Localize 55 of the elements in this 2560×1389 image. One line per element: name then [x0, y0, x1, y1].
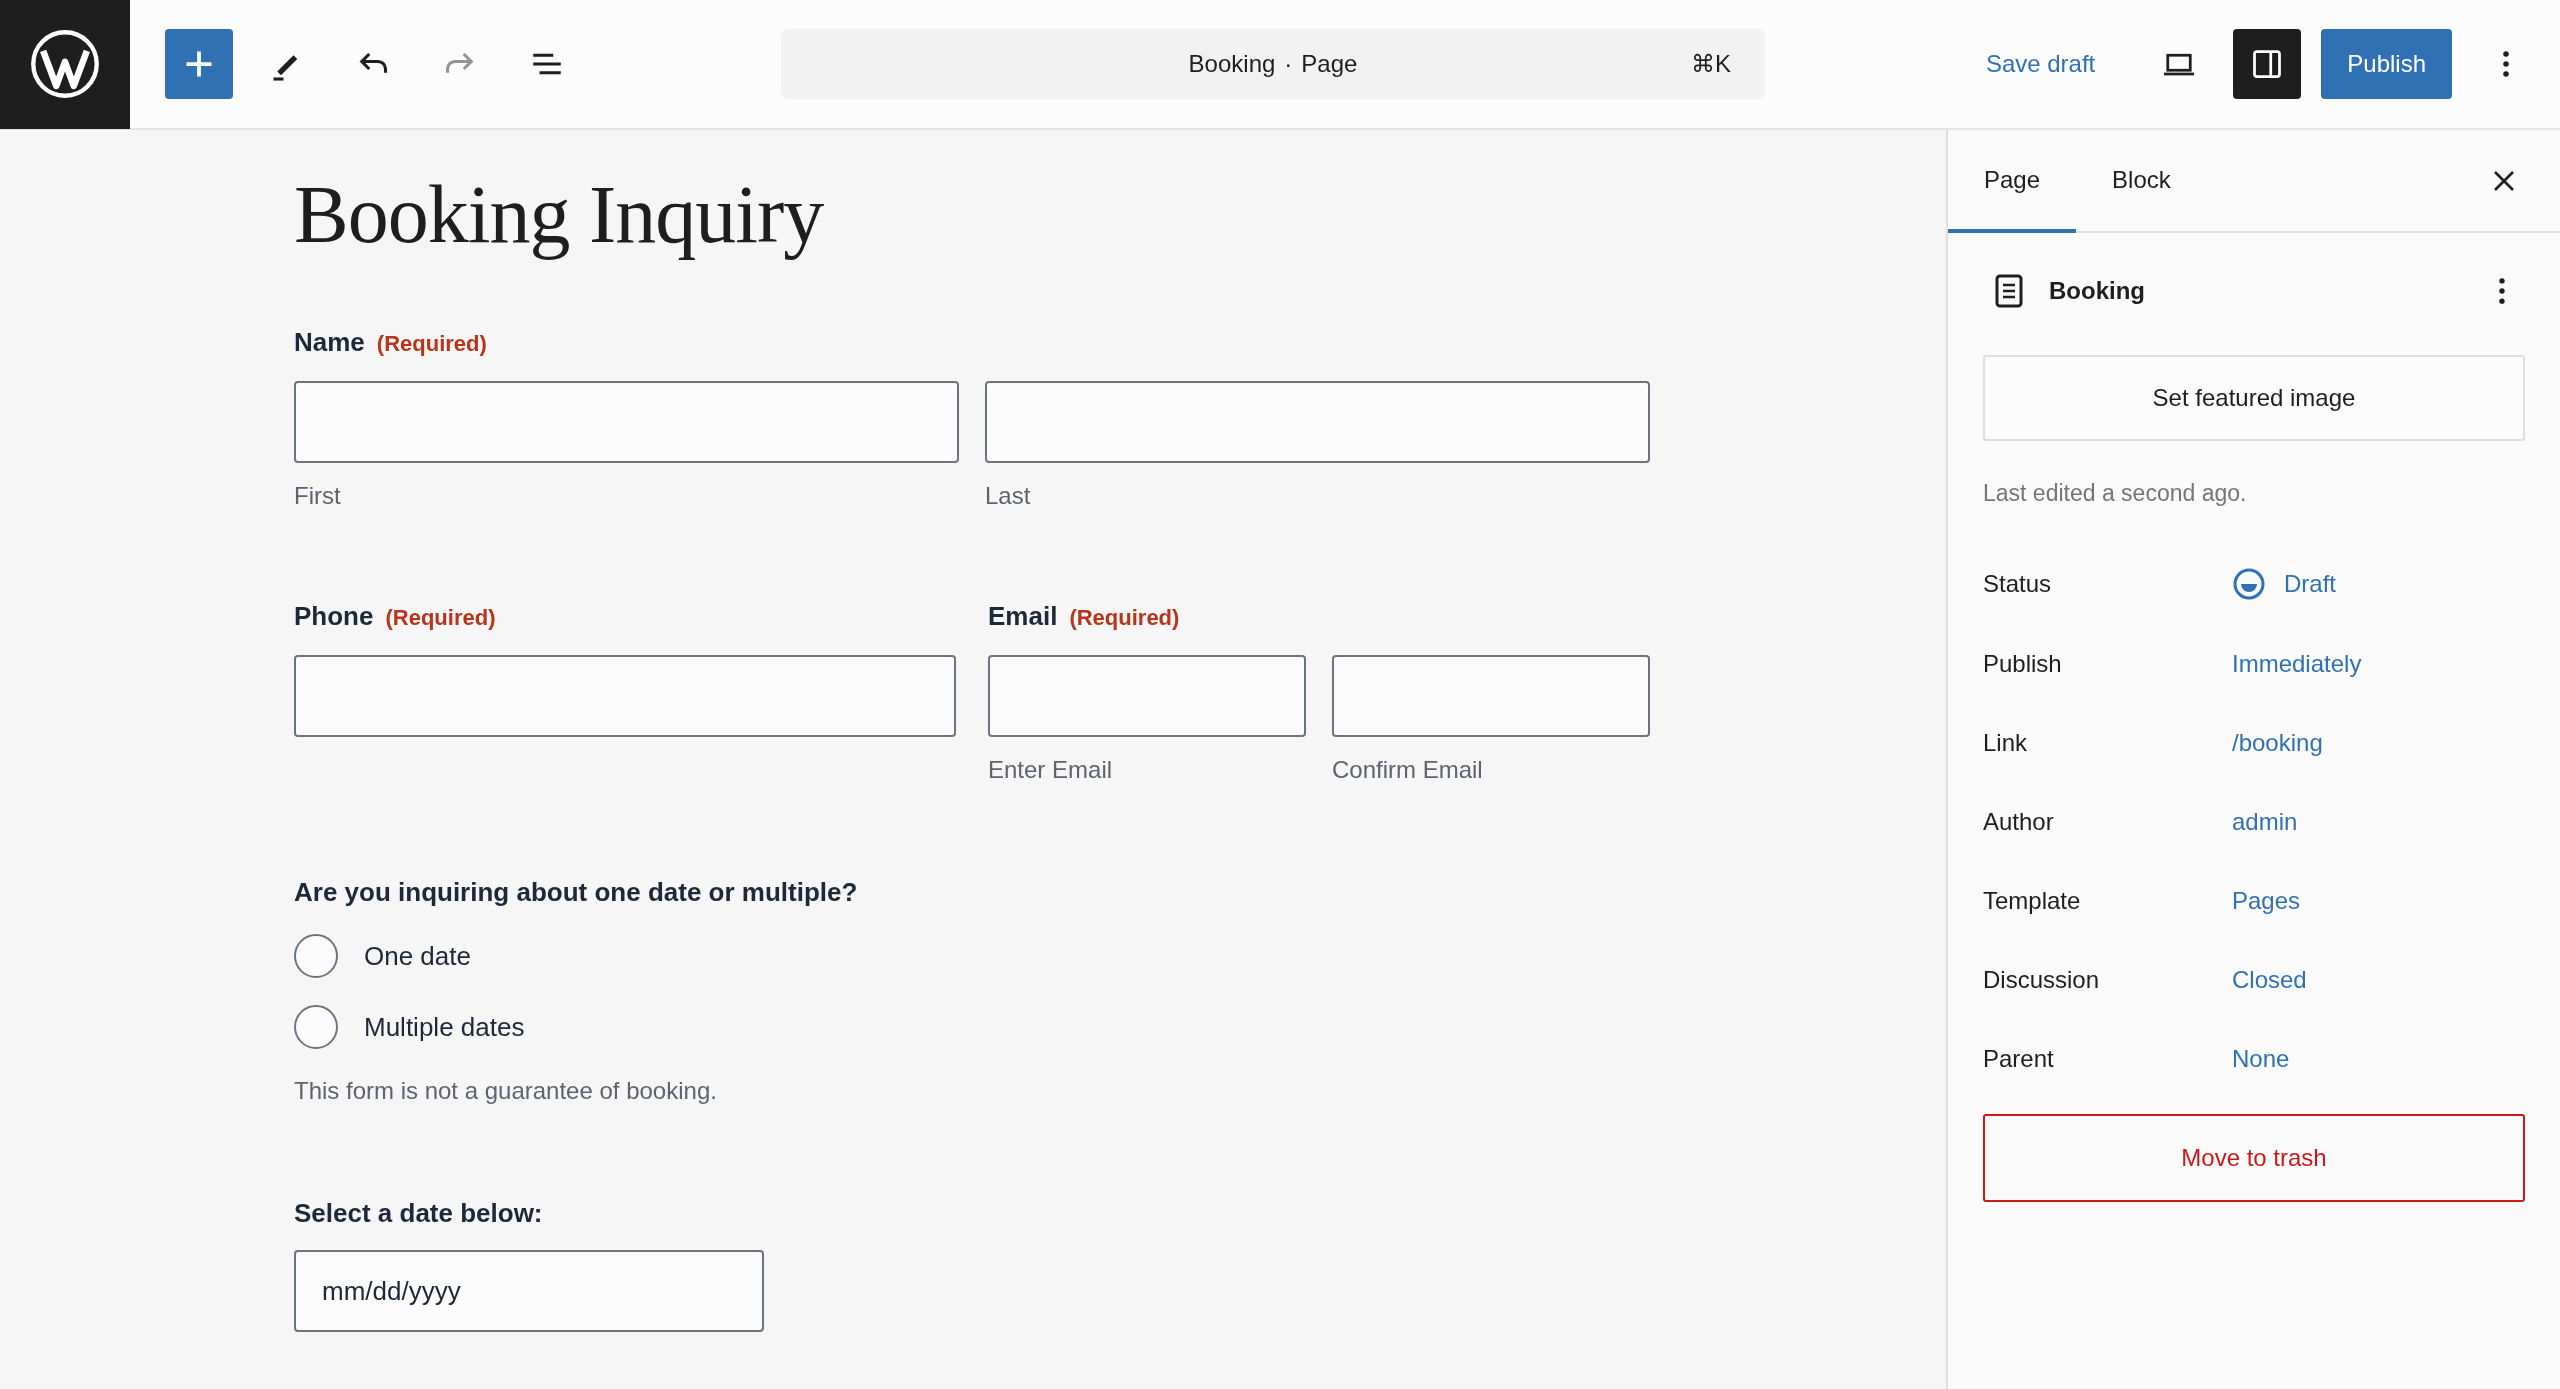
publish-button[interactable]: Publish: [2321, 29, 2452, 99]
setting-value-link[interactable]: Pages: [2232, 886, 2301, 915]
option-label[interactable]: One date: [364, 940, 471, 972]
input-field[interactable]: [294, 381, 959, 463]
field-sublabel: Enter Email: [988, 755, 1114, 785]
field-sublabel: First: [294, 481, 342, 511]
setting-label: Parent: [1983, 1044, 2055, 1073]
last-edited-text: Last edited a second ago.: [1983, 479, 2248, 507]
page-title: Booking Inquiry: [294, 168, 825, 262]
document-type: Page: [1301, 50, 1358, 78]
save-draft-button[interactable]: Save draft: [1985, 50, 2096, 78]
input-field[interactable]: [988, 655, 1306, 737]
required-label: (Required): [385, 604, 496, 632]
field-sublabel: Confirm Email: [1332, 755, 1484, 785]
add-button[interactable]: [165, 29, 233, 99]
field-label: Name: [294, 327, 365, 357]
radio-button[interactable]: [294, 1005, 338, 1049]
field-label: Email: [988, 601, 1058, 631]
setting-label: Link: [1983, 728, 2029, 757]
setting-value-link[interactable]: None: [2232, 1044, 2290, 1073]
date-field[interactable]: mm/dd/yyyy: [294, 1250, 764, 1332]
separator-dot: ·: [1284, 50, 1293, 78]
radio-button[interactable]: [294, 934, 338, 978]
keyboard-shortcut: ⌘K: [1691, 50, 1731, 78]
wordpress-logo-icon[interactable]: [0, 0, 130, 129]
settings-toggle-button[interactable]: [2233, 29, 2302, 99]
question-label: Are you inquiring about one date or multiple?: [294, 877, 858, 907]
setting-value-link[interactable]: Immediately: [2232, 649, 2362, 678]
page-name: Booking: [2049, 277, 2145, 305]
setting-value-link[interactable]: Closed: [2232, 965, 2307, 994]
setting-value-link[interactable]: admin: [2232, 807, 2298, 836]
sidebar-tab[interactable]: Page: [1948, 130, 2077, 233]
status-draft-icon: [2232, 567, 2266, 601]
required-label: (Required): [376, 330, 487, 358]
help-text: This form is not a guarantee of booking.: [294, 1076, 718, 1106]
input-field[interactable]: [985, 381, 1650, 463]
document-title: Booking: [1188, 50, 1276, 78]
setting-label: Template: [1983, 886, 2082, 915]
setting-label: Author: [1983, 807, 2055, 836]
setting-label: Discussion: [1983, 965, 2101, 994]
setting-value-link[interactable]: Draft: [2232, 567, 2336, 601]
field-label: Phone: [294, 601, 374, 631]
setting-label: Publish: [1983, 649, 2063, 678]
setting-value-link[interactable]: /booking: [2232, 728, 2323, 757]
required-label: (Required): [1069, 604, 1180, 632]
move-to-trash-button[interactable]: Move to trash: [1983, 1114, 2525, 1202]
command-bar[interactable]: Booking · Page ⌘K: [781, 29, 1765, 99]
sidebar-tab[interactable]: Block: [2076, 130, 2207, 233]
field-sublabel: Last: [985, 481, 1032, 511]
set-featured-image-button[interactable]: Set featured image: [1983, 355, 2525, 441]
date-label: Select a date below:: [294, 1198, 543, 1228]
input-field[interactable]: [1332, 655, 1650, 737]
input-field[interactable]: [294, 655, 956, 737]
option-label[interactable]: Multiple dates: [364, 1011, 525, 1043]
setting-label: Status: [1983, 570, 2053, 598]
